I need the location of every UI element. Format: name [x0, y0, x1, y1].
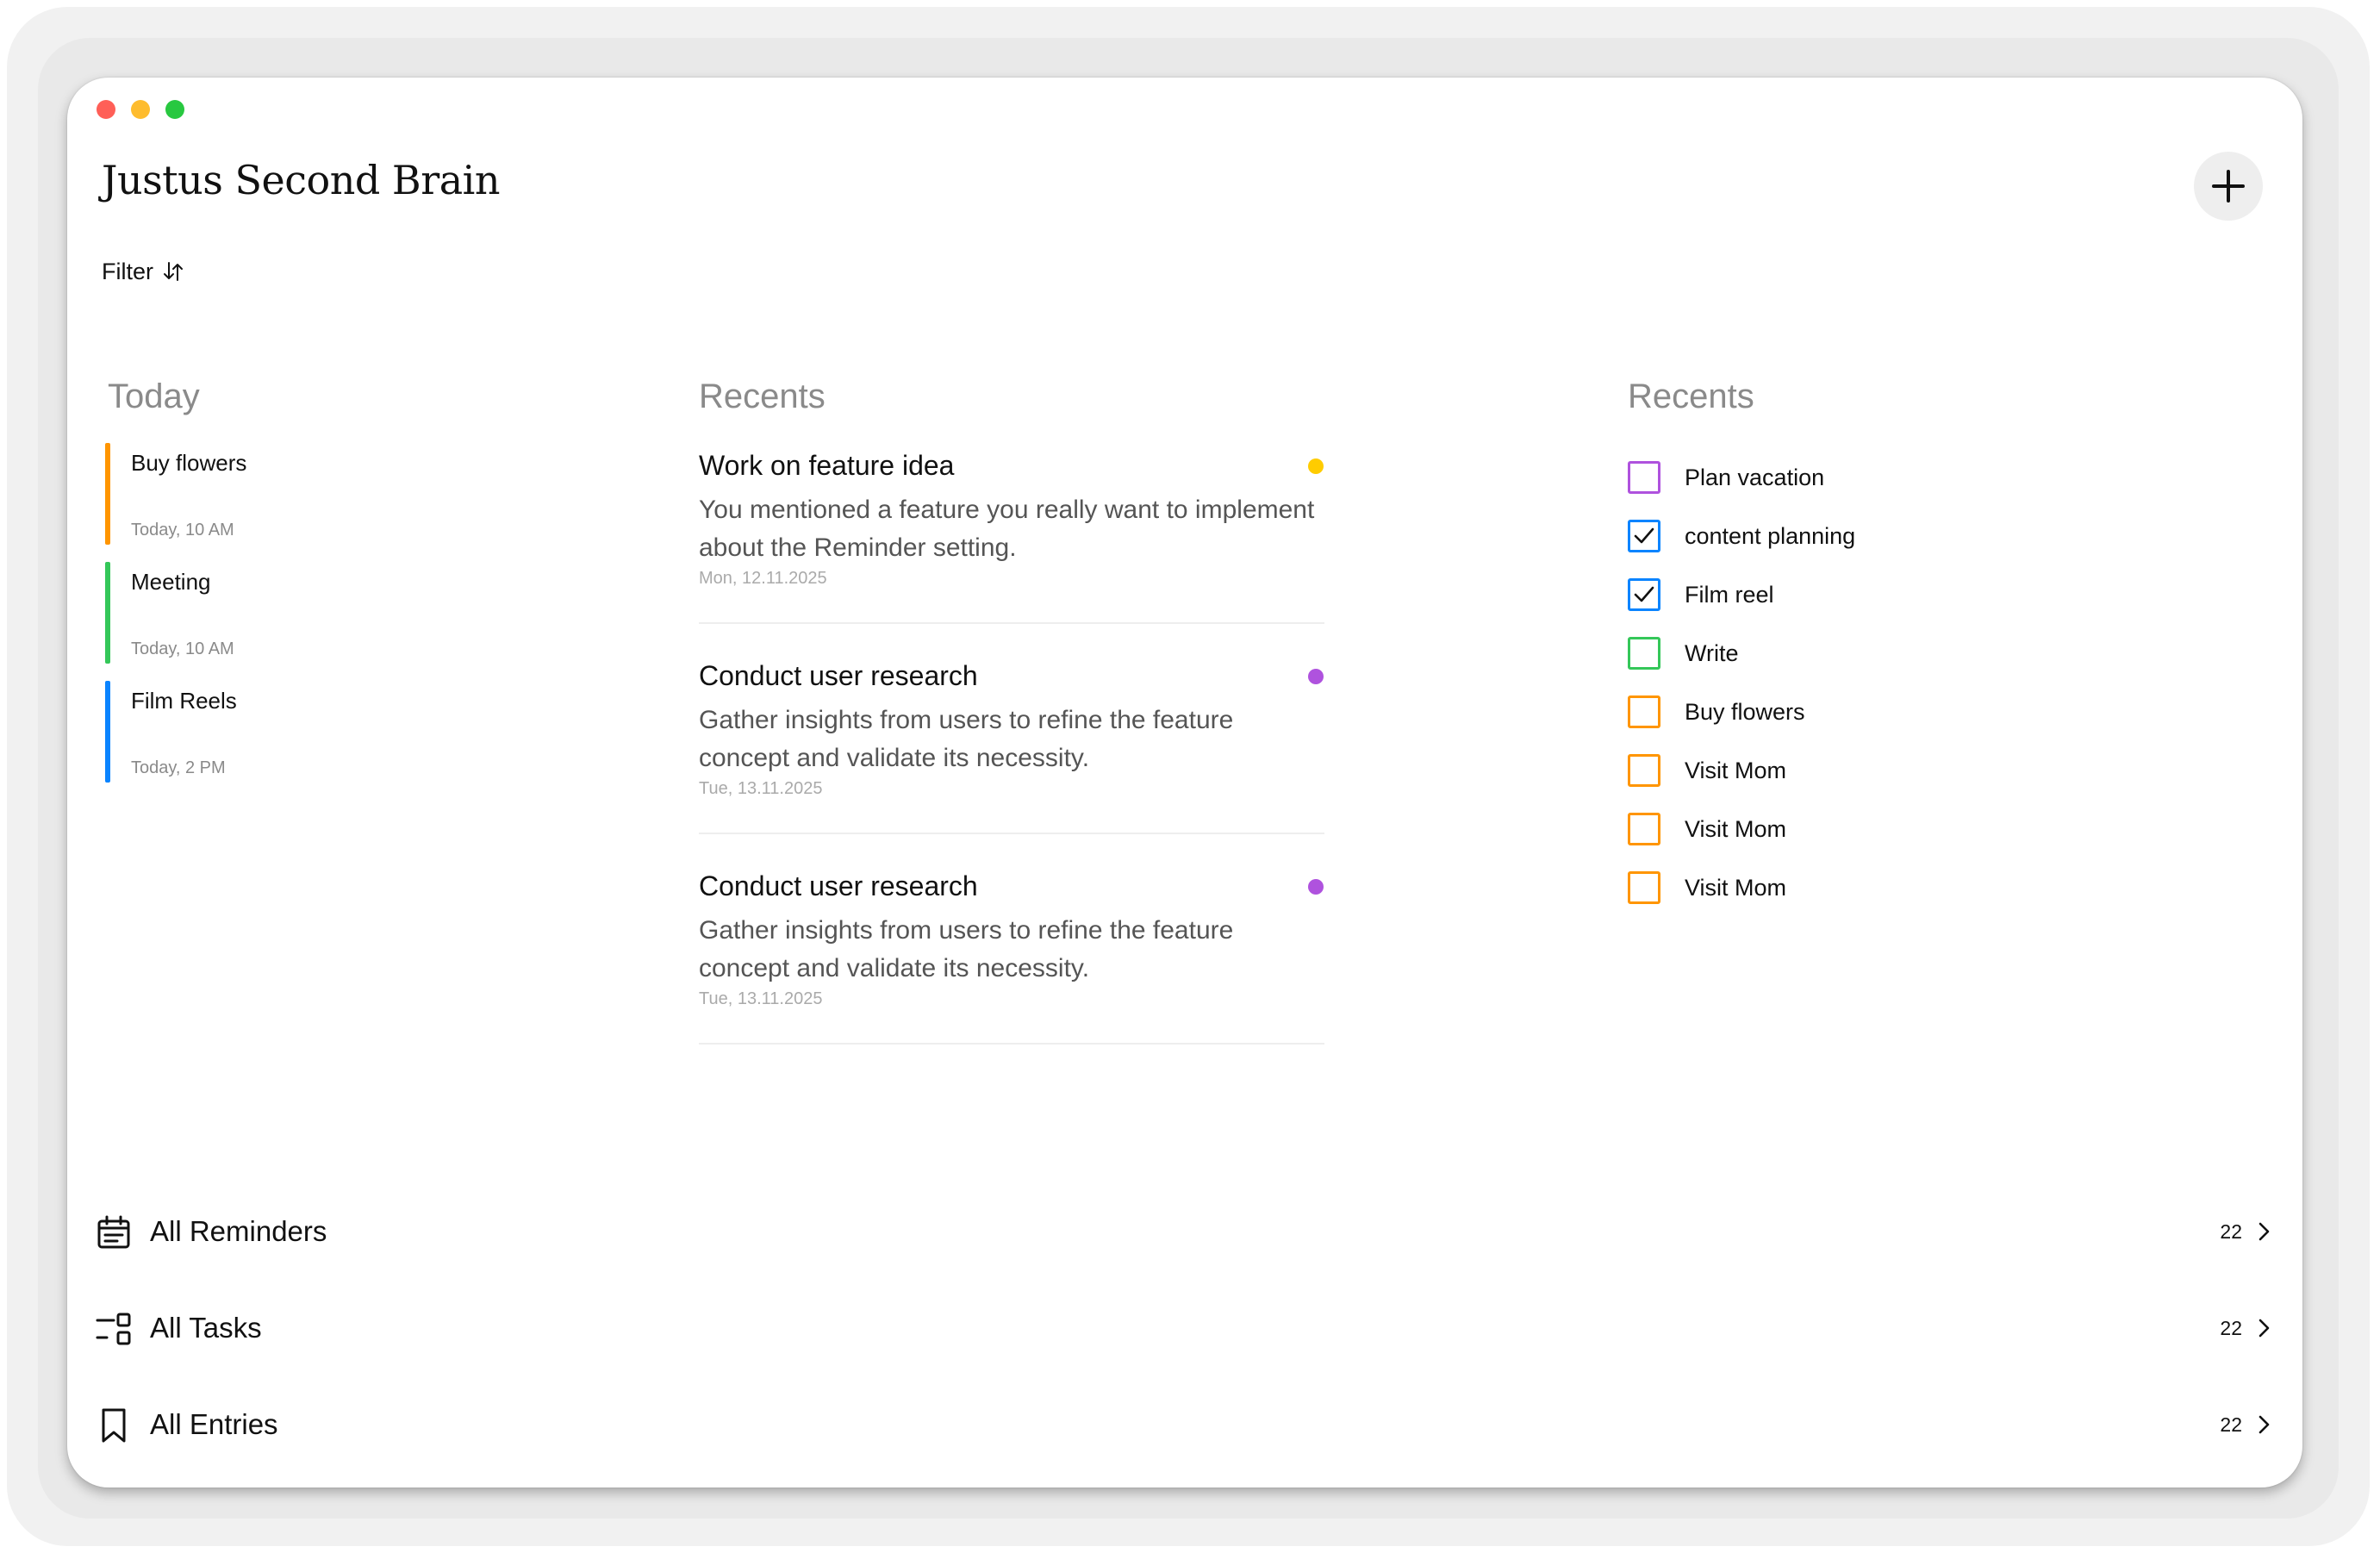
filter-label: Filter [102, 258, 153, 284]
entry-title: Work on feature idea [699, 450, 955, 481]
entry-title: Conduct user research [699, 660, 978, 691]
nav-label: All Entries [150, 1408, 278, 1440]
task-title: Buy flowers [1685, 698, 1805, 725]
task-checkbox[interactable] [1628, 520, 1660, 552]
task-title: Film reel [1685, 581, 1774, 608]
entry-body: You mentioned a feature you really want … [699, 496, 1315, 562]
task-checkbox[interactable] [1628, 578, 1660, 611]
today-item-time: Today, 10 AM [131, 639, 234, 658]
task-item[interactable]: Plan vacation [1628, 458, 1824, 497]
nav-label: All Reminders [150, 1215, 327, 1247]
entry-divider [699, 622, 1324, 624]
app-title: Justus Second Brain [102, 157, 500, 203]
task-item[interactable]: Buy flowers [1628, 692, 1805, 732]
nav-label: All Tasks [150, 1312, 262, 1344]
task-checkbox[interactable] [1628, 813, 1660, 845]
task-title: Visit Mom [1685, 815, 1787, 842]
today-item-color-bar [105, 443, 110, 545]
entry-date: Tue, 13.11.2025 [699, 779, 823, 798]
entry-divider [699, 833, 1324, 834]
maximize-window-button[interactable] [165, 100, 184, 119]
today-item-time: Today, 10 AM [131, 521, 234, 539]
task-item[interactable]: Visit Mom [1628, 751, 1786, 790]
close-window-button[interactable] [97, 100, 115, 119]
checkmark-icon [1634, 527, 1654, 544]
task-checkbox[interactable] [1628, 871, 1660, 904]
entry-divider [699, 1043, 1324, 1045]
nav-all-reminders[interactable]: All Reminders 22 [95, 1198, 2277, 1267]
entry-date: Mon, 12.11.2025 [699, 569, 827, 588]
task-checkbox[interactable] [1628, 754, 1660, 787]
today-item-time: Today, 2 PM [131, 758, 226, 777]
task-item[interactable]: Write [1628, 633, 1739, 673]
chevron-right-icon [2259, 1222, 2270, 1241]
today-item[interactable]: Buy flowers Today, 10 AM [105, 443, 277, 545]
today-item-title: Buy flowers [131, 450, 247, 476]
entry-body: Gather insights from users to refine the… [699, 916, 1234, 982]
task-checkbox[interactable] [1628, 695, 1660, 728]
task-title: Plan vacation [1685, 464, 1825, 490]
task-title: Write [1685, 639, 1739, 666]
today-item-color-bar [105, 681, 110, 783]
filter-button[interactable]: Filter [102, 254, 184, 289]
tasks-icon [96, 1313, 131, 1345]
today-item-title: Film Reels [131, 688, 237, 714]
entries-heading: Recents [699, 377, 826, 415]
plus-icon [2212, 170, 2245, 203]
entry-color-dot [1308, 458, 1324, 474]
task-item[interactable]: Visit Mom [1628, 868, 1786, 907]
today-item[interactable]: Meeting Today, 10 AM [105, 562, 277, 664]
task-item[interactable]: Visit Mom [1628, 809, 1786, 849]
add-button[interactable] [2194, 152, 2263, 221]
task-title: content planning [1685, 522, 1856, 549]
task-item[interactable]: content planning [1628, 516, 1855, 556]
today-item-color-bar [105, 562, 110, 664]
entry-card[interactable]: Conduct user research Gather insights fr… [699, 860, 1324, 1070]
bookmark-icon [102, 1408, 126, 1443]
checkmark-icon [1634, 586, 1654, 602]
nav-count: 22 [2220, 1413, 2242, 1436]
nav-all-tasks[interactable]: All Tasks 22 [95, 1294, 2277, 1363]
entry-color-dot [1308, 879, 1324, 895]
entry-card[interactable]: Work on feature idea You mentioned a fea… [699, 440, 1324, 650]
chevron-right-icon [2259, 1319, 2270, 1338]
entry-color-dot [1308, 669, 1324, 684]
nav-all-entries[interactable]: All Entries 22 [95, 1391, 2277, 1460]
task-title: Visit Mom [1685, 757, 1787, 783]
minimize-window-button[interactable] [131, 100, 150, 119]
task-checkbox[interactable] [1628, 461, 1660, 494]
task-title: Visit Mom [1685, 874, 1787, 901]
today-item[interactable]: Film Reels Today, 2 PM [105, 681, 277, 783]
task-checkbox[interactable] [1628, 637, 1660, 670]
entry-date: Tue, 13.11.2025 [699, 989, 823, 1008]
calendar-icon [97, 1215, 130, 1249]
entry-body: Gather insights from users to refine the… [699, 706, 1234, 772]
app-window: Justus Second Brain Filter Today Buy flo… [67, 78, 2302, 1488]
task-item[interactable]: Film reel [1628, 575, 1774, 614]
tasks-heading: Recents [1628, 377, 1754, 415]
chevron-right-icon [2259, 1415, 2270, 1434]
sort-arrows-icon [164, 262, 183, 281]
nav-count: 22 [2220, 1317, 2242, 1339]
nav-count: 22 [2220, 1220, 2242, 1243]
today-heading: Today [108, 377, 200, 415]
today-item-title: Meeting [131, 569, 211, 595]
entry-title: Conduct user research [699, 870, 978, 901]
entry-card[interactable]: Conduct user research Gather insights fr… [699, 650, 1324, 860]
